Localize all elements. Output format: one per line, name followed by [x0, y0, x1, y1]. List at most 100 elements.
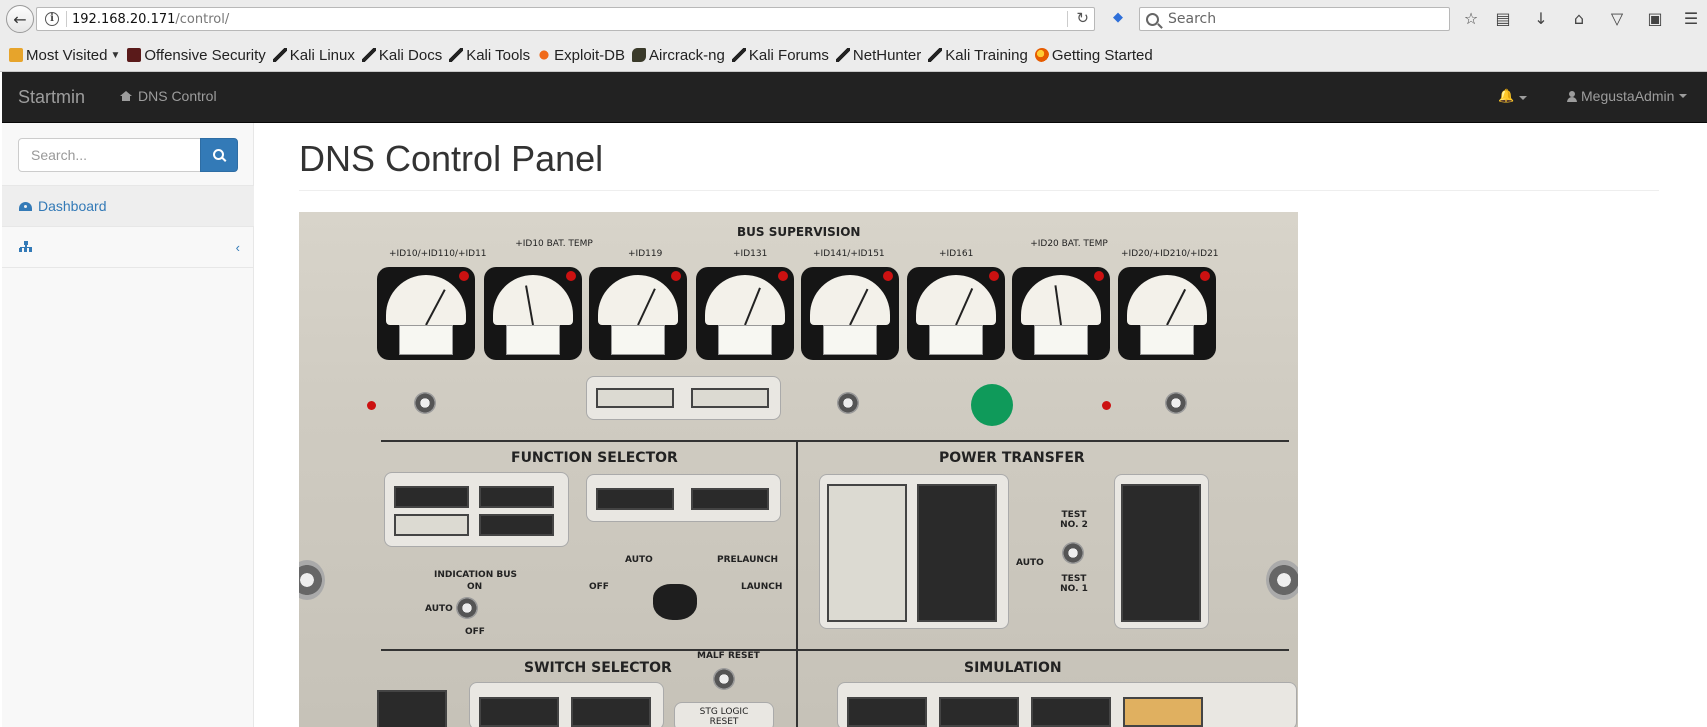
bookmark-label: Kali Forums: [748, 46, 829, 64]
analog-meter: [1118, 267, 1216, 360]
back-button[interactable]: ←: [6, 5, 34, 33]
label-simulation: SIMULATION: [964, 660, 1062, 676]
meter-caption: +ID20/+ID210/+ID21: [1121, 249, 1219, 259]
meter-caption: +ID141/+ID151: [813, 249, 885, 259]
indicator-slot: [571, 697, 651, 727]
indicator-slot: [691, 388, 769, 408]
indicator-column: [1121, 484, 1201, 622]
panel-rule: [381, 649, 1289, 651]
menu-icon[interactable]: ☰: [1680, 9, 1702, 29]
bookmark-kali-tools[interactable]: Kali Tools: [449, 47, 530, 64]
label-auto: AUTO: [625, 555, 653, 565]
nav-link-dns-control[interactable]: DNS Control: [120, 88, 217, 104]
reload-separator: [1067, 11, 1068, 27]
extension-icon[interactable]: ▣: [1644, 9, 1666, 29]
analog-meter: [589, 267, 687, 360]
user-dropdown[interactable]: MegustaAdmin: [1567, 88, 1688, 104]
bookmark-label: NetHunter: [852, 46, 922, 64]
home-icon: [120, 91, 132, 101]
browser-chrome: ← i 192.168.20.171/control/ ↻ ◆ Search ☆…: [0, 0, 1707, 72]
reading-list-icon[interactable]: ▤: [1492, 9, 1514, 29]
bookmark-kali-forums[interactable]: Kali Forums: [731, 46, 829, 64]
firefox-icon: [1034, 48, 1049, 62]
bookmark-aircrack-ng[interactable]: Aircrack-ng: [632, 47, 725, 64]
sitemap-icon: [19, 241, 33, 253]
sidebar-item-sitemap[interactable]: ‹: [2, 227, 254, 268]
red-indicator: [367, 401, 376, 410]
label-switch-selector: SWITCH SELECTOR: [524, 660, 672, 676]
indicator-slot: [377, 690, 447, 727]
folder-icon: [9, 48, 23, 62]
bookmark-star-icon[interactable]: ☆: [1460, 9, 1482, 29]
kali-dragon-icon: [449, 48, 464, 62]
chevron-down-icon: ▼: [110, 49, 121, 61]
bookmark-getting-started[interactable]: Getting Started: [1034, 46, 1153, 64]
browser-search-bar[interactable]: Search: [1139, 7, 1450, 31]
bookmark-most-visited[interactable]: Most Visited ▼: [9, 47, 120, 64]
dashboard-icon: [19, 201, 32, 211]
alerts-dropdown[interactable]: 🔔: [1498, 89, 1528, 104]
toggle-switch: [1165, 392, 1187, 414]
url-separator: [66, 11, 67, 27]
user-icon: [1567, 90, 1577, 102]
label-auto: AUTO: [425, 604, 453, 614]
bookmark-label: Kali Training: [945, 46, 1028, 64]
exploit-db-icon: [537, 48, 552, 62]
indicator-slot: [939, 697, 1019, 727]
sidebar-search: Search...: [2, 123, 254, 186]
meter-caption: +ID10 BAT. TEMP: [515, 239, 593, 249]
bookmark-nethunter[interactable]: NetHunter: [835, 46, 922, 64]
download-icon[interactable]: ↓: [1530, 9, 1552, 29]
sidebar: Search... Dashboard ‹: [2, 123, 254, 727]
search-icon: [1146, 12, 1159, 26]
info-icon[interactable]: i: [45, 12, 59, 26]
addon-icon[interactable]: ◆: [1109, 10, 1127, 28]
kali-dragon-icon: [731, 48, 746, 62]
bookmark-kali-docs[interactable]: Kali Docs: [361, 47, 442, 64]
indicator-column: [917, 484, 997, 622]
url-path: /control/: [175, 11, 230, 27]
label-off: OFF: [465, 627, 485, 637]
sidebar-search-button[interactable]: [200, 138, 238, 172]
bookmark-label: Getting Started: [1051, 46, 1153, 64]
bookmark-label: Kali Linux: [289, 46, 355, 64]
indicator-slot: [479, 486, 554, 508]
bookmark-offensive-security[interactable]: Offensive Security: [127, 47, 266, 64]
label-off: OFF: [589, 582, 609, 592]
label-auto: AUTO: [1016, 558, 1044, 568]
bookmark-kali-linux[interactable]: Kali Linux: [272, 46, 355, 64]
toggle-switch: [414, 392, 436, 414]
caret-down-icon: [1519, 96, 1528, 100]
bookmarks-toolbar: Most Visited ▼ Offensive Security Kali Li…: [0, 40, 1707, 70]
bookmark-label: Kali Tools: [466, 46, 531, 64]
chevron-left-icon[interactable]: ‹: [236, 240, 240, 255]
brand-link[interactable]: Startmin: [18, 87, 85, 108]
sidebar-search-input[interactable]: Search...: [18, 138, 201, 172]
user-name: MegustaAdmin: [1581, 88, 1675, 104]
browser-search-placeholder: Search: [1168, 11, 1217, 27]
toggle-switch: [713, 668, 735, 690]
label-bus-supervision: BUS SUPERVISION: [737, 225, 861, 239]
bell-icon: 🔔: [1498, 89, 1515, 104]
pocket-icon[interactable]: ▽: [1606, 9, 1628, 29]
page-title: DNS Control Panel: [299, 138, 604, 179]
label-stg-logic-reset: STG LOGIC RESET: [699, 707, 749, 727]
url-bar[interactable]: i 192.168.20.171/control/ ↻: [36, 7, 1095, 31]
meter-caption: +ID161: [939, 249, 974, 259]
indicator-slot: [1123, 697, 1203, 727]
analog-meter: [907, 267, 1005, 360]
search-icon: [212, 148, 224, 160]
kali-dragon-icon: [835, 48, 850, 62]
label-malf-reset: MALF RESET: [697, 651, 760, 661]
label-test-no2: TEST NO. 2: [1060, 510, 1088, 530]
sidebar-item-dashboard[interactable]: Dashboard: [2, 186, 254, 227]
kali-dragon-icon: [928, 48, 943, 62]
bookmark-label: Exploit-DB: [554, 46, 625, 64]
reload-icon[interactable]: ↻: [1076, 9, 1089, 27]
bookmark-exploit-db[interactable]: Exploit-DB: [537, 47, 625, 64]
panel-rule: [796, 440, 798, 727]
aircrack-icon: [632, 48, 646, 62]
home-icon[interactable]: ⌂: [1568, 9, 1590, 29]
bookmark-kali-training[interactable]: Kali Training: [928, 47, 1028, 64]
indicator-slot: [394, 486, 469, 508]
